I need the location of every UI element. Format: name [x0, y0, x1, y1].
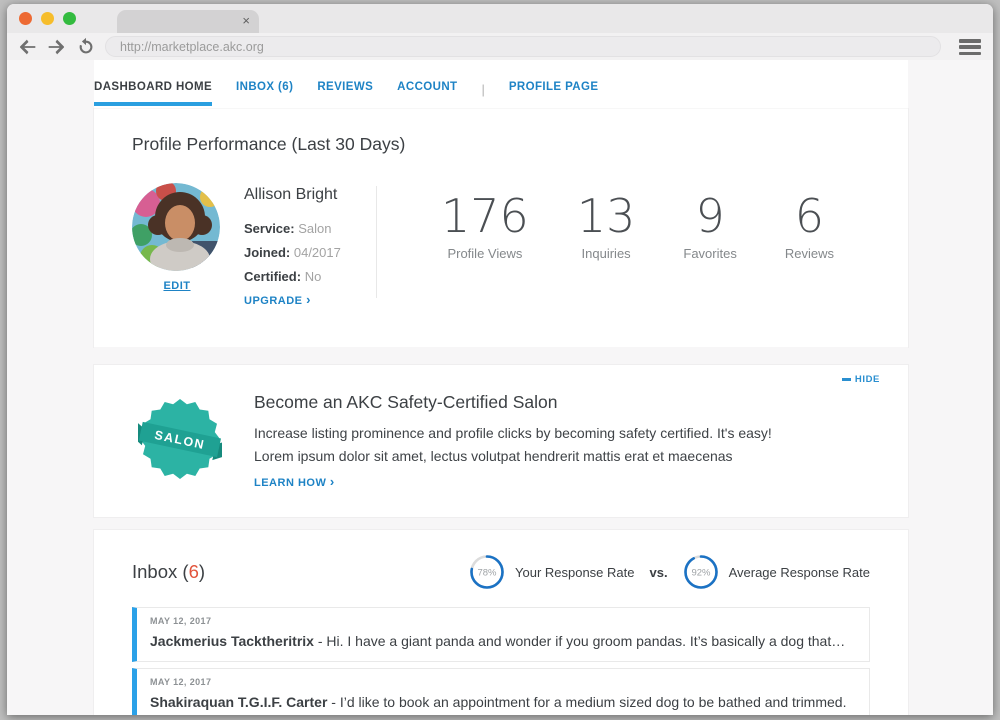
- url-bar[interactable]: http://marketplace.akc.org: [105, 36, 941, 57]
- nav-profile-page[interactable]: PROFILE PAGE: [509, 81, 599, 102]
- your-rate-value: 78%: [477, 568, 497, 579]
- inbox-header: Inbox (6) 78% Your Response Rate vs.: [132, 554, 870, 590]
- stat-reviews: 6 Reviews: [785, 191, 834, 307]
- reload-button[interactable]: [75, 36, 97, 58]
- section-gap: [94, 347, 908, 365]
- reload-icon: [75, 36, 97, 58]
- banner-line-1: Increase listing prominence and profile …: [254, 422, 870, 445]
- upgrade-link[interactable]: UPGRADE ›: [244, 292, 356, 307]
- nav-reviews[interactable]: REVIEWS: [317, 81, 373, 102]
- stat-inquiries: 13 Inquiries: [577, 191, 636, 307]
- forward-button[interactable]: [45, 36, 67, 58]
- inbox-title: Inbox (6): [132, 561, 205, 583]
- browser-tab[interactable]: ×: [117, 10, 259, 33]
- inbox-unread-count: 6: [189, 561, 199, 582]
- nav-account[interactable]: ACCOUNT: [397, 81, 457, 102]
- back-arrow-icon: [17, 36, 39, 58]
- close-window-icon[interactable]: [19, 12, 32, 25]
- your-rate-label: Your Response Rate: [515, 565, 635, 580]
- browser-chrome: × http://marketplace.akc.org: [7, 4, 993, 60]
- stat-profile-views: 176 Profile Views: [441, 191, 529, 307]
- learn-how-link[interactable]: LEARN HOW ›: [254, 474, 870, 489]
- average-rate-value: 92%: [691, 568, 711, 579]
- content-column: DASHBOARD HOME INBOX (6) REVIEWS ACCOUNT…: [94, 60, 908, 715]
- avatar-block: EDIT: [132, 183, 222, 307]
- safety-certified-banner: HIDE SALON: [94, 365, 908, 517]
- response-rates: 78% Your Response Rate vs. 92% Average R…: [469, 554, 870, 590]
- average-response-rate-ring: 92%: [683, 554, 719, 590]
- browser-window: × http://marketplace.akc.org: [7, 4, 993, 715]
- menu-icon[interactable]: [959, 39, 981, 55]
- profile-performance-card: Profile Performance (Last 30 Days): [94, 109, 908, 347]
- browser-toolbar: http://marketplace.akc.org: [7, 33, 993, 60]
- edit-profile-link[interactable]: EDIT: [163, 280, 190, 292]
- message-preview: - Hi. I have a giant panda and wonder if…: [318, 633, 845, 649]
- forward-arrow-icon: [45, 36, 67, 58]
- vs-label: vs.: [650, 565, 668, 580]
- minimize-window-icon[interactable]: [41, 12, 54, 25]
- banner-line-2: Lorem ipsum dolor sit amet, lectus volut…: [254, 445, 870, 468]
- message-sender: Jackmerius Tacktheritrix: [150, 633, 314, 649]
- message-list: MAY 12, 2017 Jackmerius Tacktheritrix - …: [132, 607, 870, 715]
- maximize-window-icon[interactable]: [63, 12, 76, 25]
- tab-close-icon[interactable]: ×: [242, 13, 250, 28]
- message-row[interactable]: MAY 12, 2017 Shakiraquan T.G.I.F. Carter…: [132, 668, 870, 715]
- back-button[interactable]: [17, 36, 39, 58]
- message-date: MAY 12, 2017: [150, 616, 855, 626]
- avatar: [132, 183, 220, 271]
- hide-banner-link[interactable]: HIDE: [842, 374, 880, 385]
- certified-field: Certified: No: [244, 265, 356, 289]
- inbox-card: Inbox (6) 78% Your Response Rate vs.: [94, 530, 908, 715]
- message-sender: Shakiraquan T.G.I.F. Carter: [150, 694, 327, 710]
- site-navigation: DASHBOARD HOME INBOX (6) REVIEWS ACCOUNT…: [94, 60, 908, 109]
- nav-inbox[interactable]: INBOX (6): [236, 81, 293, 102]
- page-background: DASHBOARD HOME INBOX (6) REVIEWS ACCOUNT…: [7, 60, 993, 715]
- banner-text: Become an AKC Safety-Certified Salon Inc…: [254, 392, 870, 489]
- url-text: http://marketplace.akc.org: [120, 40, 264, 54]
- message-row[interactable]: MAY 12, 2017 Jackmerius Tacktheritrix - …: [132, 607, 870, 662]
- joined-field: Joined: 04/2017: [244, 241, 356, 265]
- nav-dashboard-home[interactable]: DASHBOARD HOME: [94, 81, 212, 106]
- hide-dash-icon: [842, 378, 851, 381]
- message-preview: - I’d like to book an appointment for a …: [331, 694, 846, 710]
- chevron-right-icon: ›: [330, 474, 335, 489]
- chevron-right-icon: ›: [306, 292, 311, 307]
- message-date: MAY 12, 2017: [150, 677, 855, 687]
- profile-card-title: Profile Performance (Last 30 Days): [132, 134, 870, 155]
- screenshot-stage: × http://marketplace.akc.org: [0, 0, 1000, 720]
- profile-info: Allison Bright Service: Salon Joined: 04…: [244, 183, 356, 307]
- salon-badge-icon: SALON: [138, 397, 222, 486]
- section-gap: [94, 517, 908, 530]
- banner-title: Become an AKC Safety-Certified Salon: [254, 392, 870, 413]
- stat-favorites: 9 Favorites: [683, 191, 736, 307]
- average-rate-label: Average Response Rate: [729, 565, 870, 580]
- your-response-rate-ring: 78%: [469, 554, 505, 590]
- window-controls: [19, 12, 76, 25]
- stats-row: 176 Profile Views 13 Inquiries 9 Favorit…: [377, 183, 870, 307]
- service-field: Service: Salon: [244, 217, 356, 241]
- nav-divider: |: [481, 81, 484, 97]
- profile-name: Allison Bright: [244, 186, 356, 204]
